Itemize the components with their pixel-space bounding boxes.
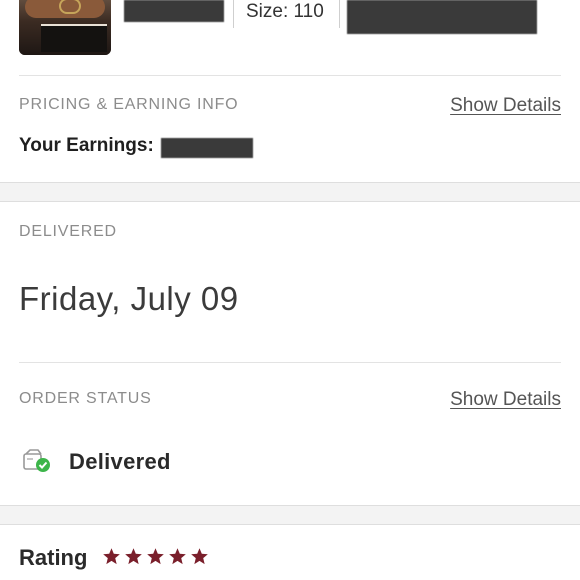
delivered-check-icon <box>23 449 50 472</box>
star-icon <box>125 548 142 565</box>
your-earnings-label: Your Earnings: <box>19 135 154 156</box>
pricing-show-details-link[interactable]: Show Details <box>450 95 561 117</box>
delivered-section-label: DELIVERED <box>19 223 117 240</box>
section-separator <box>0 505 580 525</box>
delivered-date: Friday, July 09 <box>19 280 239 317</box>
section-separator <box>0 182 580 202</box>
redacted-product-detail <box>347 0 537 34</box>
redacted-earnings-value <box>161 138 253 158</box>
belt-buckle-image <box>59 0 81 14</box>
star-icon <box>103 548 120 565</box>
order-status-show-details-link[interactable]: Show Details <box>450 389 561 411</box>
product-thumbnail[interactable] <box>19 0 111 55</box>
product-size: Size: 110 <box>246 1 324 22</box>
divider <box>233 0 234 28</box>
product-row: Size: 110 <box>0 0 580 76</box>
star-icon <box>191 548 208 565</box>
order-status-value: Delivered <box>69 449 171 474</box>
divider <box>339 0 340 28</box>
order-status-section-label: ORDER STATUS <box>19 390 152 407</box>
rating-stars <box>102 547 209 566</box>
rating-label: Rating <box>19 545 88 570</box>
divider <box>19 75 561 76</box>
pricing-section-label: PRICING & EARNING INFO <box>19 96 239 113</box>
star-icon <box>169 548 186 565</box>
product-box-face <box>41 24 107 52</box>
redacted-product-name <box>124 0 224 22</box>
divider <box>19 362 561 363</box>
star-icon <box>147 548 164 565</box>
